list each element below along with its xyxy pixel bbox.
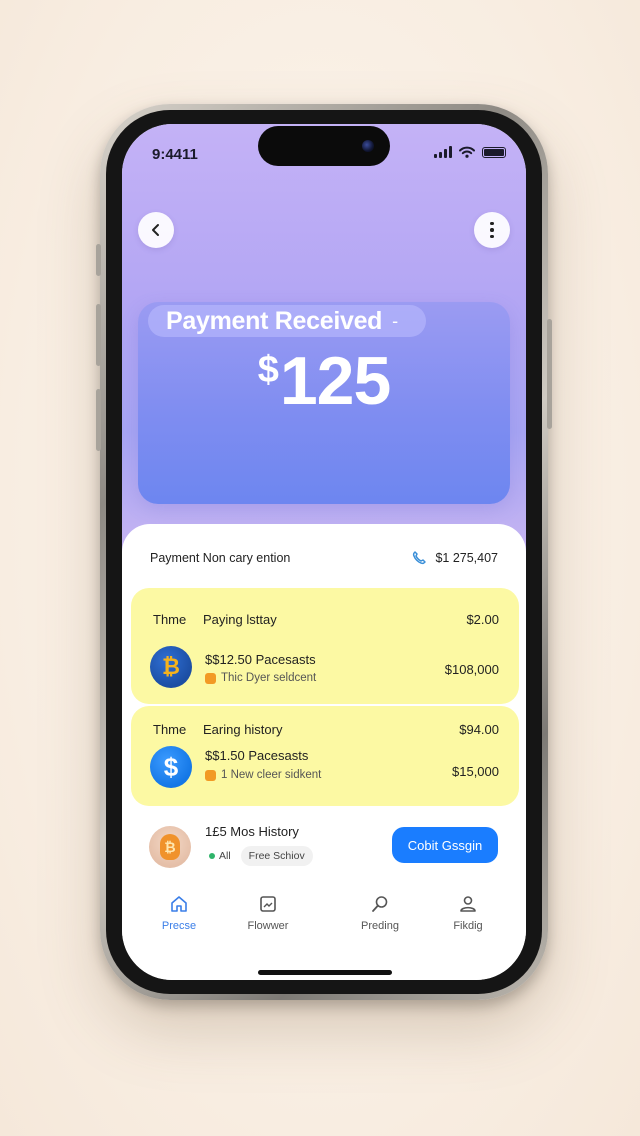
- history-card-earning[interactable]: Thme Earing history $94.00 $ $$1.50 Pace…: [131, 706, 519, 806]
- tab-fikdig[interactable]: Fikdig: [428, 894, 508, 932]
- signal-icon: [434, 146, 452, 158]
- history-subtitle: Thic Dyer seldcent: [205, 672, 316, 684]
- screen: 9:4411 Payment Received - $125 Payment N…: [122, 124, 526, 980]
- tab-flowwer[interactable]: Flowwer: [228, 894, 308, 932]
- mute-switch: [96, 244, 101, 276]
- history-value: $108,000: [444, 662, 499, 677]
- footer-title: 1£5 Mos History: [205, 824, 299, 839]
- home-icon: [171, 896, 187, 912]
- gallery-icon: [260, 896, 276, 912]
- profile-icon: [460, 896, 476, 912]
- bitcoin-icon: ₿: [150, 646, 192, 688]
- phone-frame: 9:4411 Payment Received - $125 Payment N…: [96, 104, 552, 1000]
- history-card-paying[interactable]: Thme Paying lsttay $2.00 ₿ $$12.50 Paces…: [131, 588, 519, 704]
- tag-icon: [205, 769, 216, 781]
- filter-chips: All Free Schiov: [205, 846, 313, 866]
- history-title: $$12.50 Pacesasts: [205, 652, 316, 667]
- status-time: 9:4411: [152, 146, 198, 163]
- battery-icon: [482, 146, 506, 158]
- status-icons: [434, 146, 506, 158]
- notice-amount: $1 275,407: [435, 551, 498, 565]
- camera-icon: [362, 140, 374, 152]
- payment-amount: $125: [138, 342, 510, 420]
- vertical-dots-icon: [490, 221, 494, 239]
- tab-bar: Precse Flowwer Preding Fikdig: [122, 894, 526, 944]
- amount-value: 125: [279, 343, 391, 419]
- home-indicator[interactable]: [258, 970, 392, 975]
- notice-text: Payment Non cary ention: [150, 551, 291, 565]
- chip-all[interactable]: All: [205, 846, 235, 866]
- more-options-button[interactable]: [474, 212, 510, 248]
- payment-label: Payment Received -: [148, 305, 426, 337]
- wifi-icon: [459, 146, 475, 158]
- volume-down-button: [96, 389, 101, 451]
- payment-notice: Payment Non cary ention $1 275,407: [150, 548, 498, 568]
- history-subtitle: 1 New cleer sidkent: [205, 769, 321, 781]
- tag-icon: [205, 672, 216, 684]
- history-title: $$1.50 Pacesasts: [205, 748, 309, 763]
- back-button[interactable]: [138, 212, 174, 248]
- background: 9:4411 Payment Received - $125 Payment N…: [0, 0, 640, 1136]
- dollar-coin-icon: $: [150, 746, 192, 788]
- tab-preding[interactable]: Preding: [340, 894, 420, 932]
- power-button: [547, 319, 552, 429]
- history-value: $15,000: [452, 764, 499, 779]
- payment-card: Payment Received - $125: [138, 302, 510, 504]
- tab-home[interactable]: Precse: [139, 894, 219, 932]
- chevron-left-icon: [152, 224, 159, 236]
- bitcoin-avatar-icon: ₿: [160, 834, 180, 860]
- primary-action-button[interactable]: Cobit Gssgin: [392, 827, 498, 863]
- history-card-header: Thme Paying lsttay $2.00: [153, 612, 499, 627]
- history-footer: ₿ 1£5 Mos History All Free Schiov Cobit …: [149, 824, 498, 870]
- payment-label-text: Payment Received: [166, 306, 383, 335]
- volume-up-button: [96, 304, 101, 366]
- history-card-header: Thme Earing history $94.00: [153, 722, 499, 737]
- chip-free[interactable]: Free Schiov: [240, 846, 313, 866]
- status-dot-icon: [209, 853, 215, 859]
- avatar[interactable]: ₿: [149, 826, 191, 868]
- search-icon: [372, 896, 388, 912]
- dynamic-island: [258, 126, 390, 166]
- phone-icon[interactable]: [411, 550, 427, 566]
- currency-symbol: $: [257, 349, 279, 391]
